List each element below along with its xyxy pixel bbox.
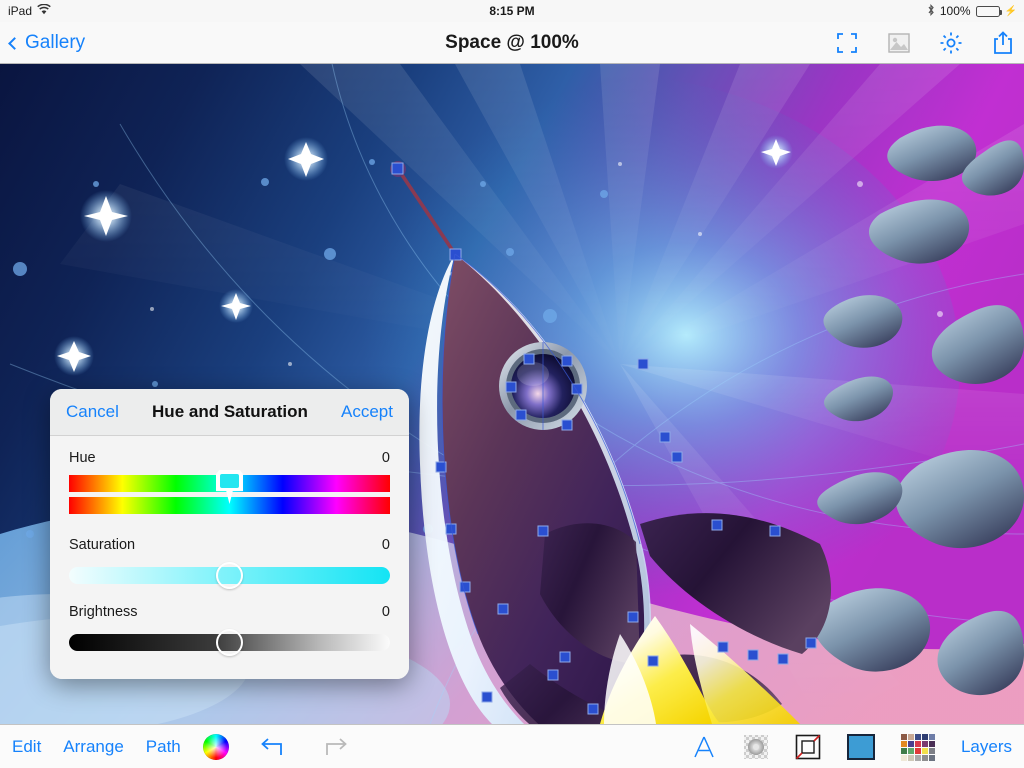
- palette-swatch[interactable]: [921, 747, 928, 754]
- accept-button[interactable]: Accept: [341, 402, 393, 422]
- palette-swatch[interactable]: [907, 733, 914, 740]
- palette-swatch[interactable]: [914, 754, 921, 761]
- redo-icon[interactable]: [323, 736, 351, 758]
- brightness-slider-thumb[interactable]: [216, 629, 243, 656]
- fill-color-swatch[interactable]: [846, 734, 875, 760]
- hue-control-group: Hue 0: [69, 450, 390, 521]
- ipad-screen: iPad 8:15 PM 100% ⚡ Gallery Space @ 100%…: [0, 0, 1024, 768]
- saturation-slider[interactable]: [69, 562, 390, 589]
- status-bar-right: 100% ⚡: [927, 3, 1017, 19]
- brightness-slider[interactable]: [69, 629, 390, 656]
- battery-percent-label: 100%: [939, 4, 971, 18]
- undo-icon[interactable]: [257, 736, 285, 758]
- dialog-body: Hue 0 Saturation 0 Brightness 0: [50, 436, 409, 679]
- saturation-value: 0: [381, 537, 390, 553]
- toolbar-right-group: Layers: [691, 725, 1012, 768]
- hue-row-header: Hue 0: [69, 450, 390, 466]
- saturation-slider-thumb[interactable]: [216, 562, 243, 589]
- text-tool-icon[interactable]: [691, 734, 717, 760]
- brightness-control-group: Brightness 0: [69, 604, 390, 656]
- saturation-control-group: Saturation 0: [69, 537, 390, 589]
- cancel-button[interactable]: Cancel: [66, 402, 119, 422]
- bottom-toolbar: Edit Arrange Path Layers: [0, 724, 1024, 768]
- arrange-button[interactable]: Arrange: [63, 737, 123, 757]
- hue-slider-thumb[interactable]: [216, 470, 243, 504]
- hue-thumb-color-swatch: [220, 474, 239, 488]
- palette-swatch[interactable]: [921, 733, 928, 740]
- layers-button[interactable]: Layers: [961, 737, 1012, 757]
- bluetooth-icon: [927, 3, 935, 19]
- palette-swatch[interactable]: [928, 747, 935, 754]
- brightness-row-header: Brightness 0: [69, 604, 390, 620]
- battery-full-charging-icon: [975, 5, 1002, 17]
- dialog-header: Cancel Hue and Saturation Accept: [50, 389, 409, 436]
- gear-icon[interactable]: [938, 30, 964, 56]
- palette-swatch[interactable]: [914, 733, 921, 740]
- palette-swatch[interactable]: [900, 740, 907, 747]
- fullscreen-icon[interactable]: [834, 30, 860, 56]
- palette-swatch[interactable]: [907, 740, 914, 747]
- status-bar: iPad 8:15 PM 100% ⚡: [0, 0, 1024, 22]
- status-time: 8:15 PM: [489, 4, 535, 18]
- hue-saturation-dialog: Cancel Hue and Saturation Accept Hue 0 S…: [50, 389, 409, 679]
- path-button[interactable]: Path: [146, 737, 181, 757]
- palette-swatch[interactable]: [928, 740, 935, 747]
- color-wheel-icon[interactable]: [202, 734, 229, 760]
- edit-button[interactable]: Edit: [12, 737, 41, 757]
- palette-swatch[interactable]: [928, 733, 935, 740]
- palette-swatch[interactable]: [907, 754, 914, 761]
- nav-actions: [834, 22, 1016, 64]
- palette-swatch[interactable]: [921, 740, 928, 747]
- palette-swatch[interactable]: [900, 754, 907, 761]
- saturation-row-header: Saturation 0: [69, 537, 390, 553]
- brightness-value: 0: [381, 604, 390, 620]
- palette-swatch[interactable]: [900, 733, 907, 740]
- palette-swatch[interactable]: [914, 740, 921, 747]
- palette-swatch[interactable]: [900, 747, 907, 754]
- toolbar-left-group: Edit Arrange Path: [12, 725, 351, 768]
- hue-label: Hue: [69, 450, 96, 466]
- brightness-label: Brightness: [69, 604, 138, 620]
- palette-swatch[interactable]: [914, 747, 921, 754]
- saturation-label: Saturation: [69, 537, 136, 553]
- transform-shape-icon[interactable]: [795, 734, 821, 760]
- dialog-title: Hue and Saturation: [152, 402, 308, 421]
- hue-value: 0: [381, 450, 390, 466]
- palette-swatch[interactable]: [921, 754, 928, 761]
- charging-bolt-icon: ⚡: [1004, 5, 1017, 17]
- palette-swatch[interactable]: [928, 754, 935, 761]
- color-palette-grid[interactable]: [900, 733, 935, 761]
- navigation-bar: Gallery Space @ 100%: [0, 22, 1024, 64]
- palette-swatch[interactable]: [907, 747, 914, 754]
- gradient-fill-icon[interactable]: [743, 734, 769, 760]
- hue-slider[interactable]: [69, 470, 390, 521]
- share-icon[interactable]: [990, 30, 1016, 56]
- image-icon[interactable]: [886, 30, 912, 56]
